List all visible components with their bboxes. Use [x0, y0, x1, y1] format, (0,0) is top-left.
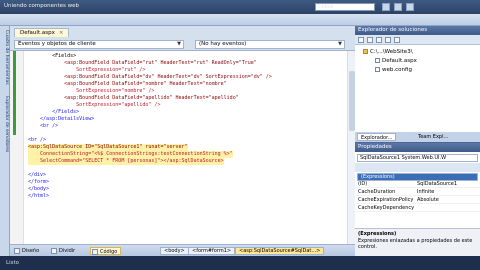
tree-item-label: web.config	[382, 67, 412, 73]
editor-gutter	[10, 51, 24, 245]
chevron-down-icon: ▼	[338, 41, 342, 47]
code-line: </html>	[28, 193, 50, 199]
code-line: SortExpression="nombre" />	[28, 88, 155, 94]
project-title: Uniendo componentes web	[4, 3, 79, 9]
solution-explorer-title: Explorador de soluciones	[355, 26, 480, 35]
toolbar	[0, 14, 480, 26]
refresh-icon[interactable]	[367, 37, 373, 43]
change-marker	[13, 51, 16, 135]
property-value: Infinite	[417, 189, 435, 195]
solution-explorer-toolbar	[355, 35, 480, 45]
tree-item-web-config[interactable]: web.config	[375, 67, 412, 73]
tag-crumb-body[interactable]: <body>	[160, 247, 189, 255]
property-key: (ID)	[358, 181, 368, 187]
event-combo-value: (No hay eventos)	[199, 41, 247, 47]
file-icon	[375, 58, 380, 63]
close-icon[interactable]: ×	[59, 30, 64, 36]
code-line-selected: ConnectionString="<%$ ConnectionStrings:…	[28, 151, 233, 158]
code-editor[interactable]: <Fields> <asp:BoundField DataField="rut"…	[10, 50, 355, 245]
solution-explorer: C:\...\WebSite3\ Default.aspx web.config	[355, 35, 480, 140]
source-view-button[interactable]: Código	[90, 247, 122, 255]
object-combo[interactable]: Eventos y objetos de cliente ▼	[14, 40, 184, 49]
code-line: <asp:BoundField DataField="nombre" Heade…	[28, 81, 227, 87]
code-line: </div>	[28, 172, 47, 178]
code-line: <asp:BoundField DataField="dv" HeaderTex…	[28, 74, 272, 80]
split-view-button[interactable]: Dividir	[50, 247, 78, 255]
toolbox-tab[interactable]: Cuadro de herramientas	[1, 30, 9, 85]
document-window: Default.aspx × Eventos y objetos de clien…	[10, 26, 355, 256]
property-value: SqlDataSource1	[417, 181, 458, 187]
tab-default-aspx[interactable]: Default.aspx ×	[14, 28, 70, 37]
property-key: (Expressions)	[361, 174, 395, 180]
split-icon	[51, 248, 57, 254]
design-view-button[interactable]: Diseño	[13, 247, 42, 255]
object-selector[interactable]: SqlDataSource1 System.Web.UI.W	[357, 154, 478, 162]
split-label: Dividir	[59, 248, 76, 254]
code-line-selected: <asp:SqlDataSource ID="SqlDataSource1" r…	[28, 144, 188, 151]
properties-toolbar	[355, 163, 480, 172]
event-combo[interactable]: (No hay eventos) ▼	[195, 40, 345, 49]
object-combo-value: Eventos y objetos de cliente	[18, 41, 96, 47]
property-row[interactable]: CacheExpirationPolicy Absolute	[355, 197, 480, 204]
design-icon	[14, 248, 20, 254]
source-label: Código	[100, 249, 118, 255]
tree-item-website[interactable]: C:\...\WebSite3\	[363, 49, 413, 55]
property-key: CacheKeyDependency	[358, 205, 415, 211]
code-line: <asp:BoundField DataField="rut" HeaderTe…	[28, 60, 257, 66]
vertical-scrollbar[interactable]	[347, 51, 355, 245]
tree-item-label: C:\...\WebSite3\	[370, 49, 413, 55]
properties-panel: SqlDataSource1 System.Web.UI.W (Expressi…	[355, 152, 480, 256]
find-icon[interactable]	[382, 3, 390, 11]
property-description: (Expressions) Expresiones enlazadas a pr…	[355, 228, 480, 256]
description-text: Expresiones enlazadas a propiedades de e…	[358, 238, 473, 250]
property-key: CacheDuration	[358, 189, 396, 195]
view-bar: Diseño Dividir Código <body> <form#form1…	[10, 244, 355, 256]
code-line: <asp:BoundField DataField="apellido" Hea…	[28, 95, 239, 101]
properties-icon[interactable]	[394, 3, 402, 11]
tag-crumb-sqldatasource[interactable]: <asp:SqlDataSource#SqlDat...>	[235, 247, 325, 255]
nest-icon[interactable]	[376, 37, 382, 43]
left-rail: Cuadro de herramientas Explorador de ser…	[0, 26, 10, 256]
property-key: CacheExpirationPolicy	[358, 197, 414, 203]
description-title: (Expressions)	[358, 231, 397, 237]
code-line: SortExpression="rut" />	[28, 67, 146, 73]
code-line: SortExpression="apellido" />	[28, 102, 161, 108]
status-bar: Listo	[0, 256, 480, 270]
view-code-icon[interactable]	[394, 37, 400, 43]
tree-item-label: Default.aspx	[382, 58, 417, 64]
design-label: Diseño	[22, 248, 40, 254]
property-row[interactable]: (Expressions)	[357, 173, 478, 181]
properties-icon[interactable]	[358, 37, 364, 43]
code-line: </form>	[28, 179, 50, 185]
title-bar: Uniendo componentes web Cebus	[0, 0, 480, 14]
property-row[interactable]: (ID) SqlDataSource1	[355, 181, 480, 188]
toolbox-icon[interactable]	[406, 3, 414, 11]
source-icon	[92, 249, 98, 255]
code-line: </body>	[28, 186, 50, 192]
chevron-down-icon: ▼	[177, 41, 181, 47]
property-row[interactable]: CacheDuration Infinite	[355, 189, 480, 196]
tab-team-explorer[interactable]: Team Expl...	[415, 133, 451, 141]
folder-icon	[363, 49, 368, 54]
code-line: <Fields>	[28, 53, 77, 59]
property-row[interactable]: CacheKeyDependency	[355, 205, 480, 212]
tree-item-default-aspx[interactable]: Default.aspx	[375, 58, 417, 64]
code-line: </asp:DetailsView>	[28, 116, 95, 122]
find-input[interactable]: Cebus	[315, 3, 375, 11]
show-all-icon[interactable]	[385, 37, 391, 43]
code-line: <br />	[28, 123, 59, 129]
file-icon	[375, 67, 380, 72]
tab-solution-explorer[interactable]: Explorador...	[357, 133, 397, 141]
code-line: </Fields>	[28, 109, 80, 115]
server-explorer-tab[interactable]: Explorador de servidores	[1, 96, 9, 152]
right-pane: Explorador de soluciones C:\...\WebSite3…	[355, 26, 480, 256]
explorer-tabs: Explorador... Team Expl...	[355, 132, 480, 142]
tag-crumb-form[interactable]: <form#form1>	[188, 247, 236, 255]
code-line-selected: SelectCommand="SELECT * FROM [personas]"…	[28, 158, 224, 165]
properties-title: Propiedades	[355, 143, 480, 152]
tab-label: Default.aspx	[20, 30, 55, 36]
status-text: Listo	[6, 260, 19, 266]
property-value: Absolute	[417, 197, 439, 203]
code-line: <br />	[28, 137, 47, 143]
